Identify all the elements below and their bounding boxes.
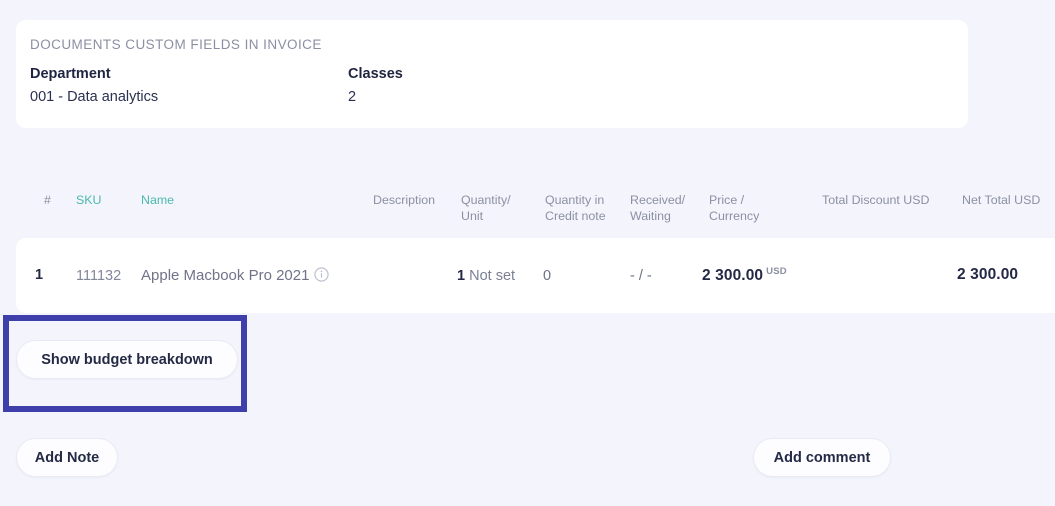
column-header-qcn-line2: Credit note [545,209,606,223]
column-header-price-line1: Price / [709,192,789,208]
row-received-waiting: - / - [630,268,652,284]
row-name: Apple Macbook Pro 2021 [141,267,330,284]
custom-field-department: Department 001 - Data analytics [30,64,348,109]
column-header-name[interactable]: Name [141,192,174,208]
classes-value: 2 [348,89,357,105]
department-value: 001 - Data analytics [30,89,159,105]
row-quantity-credit-note: 0 [543,268,552,284]
column-header-currency-line2: Currency [709,209,760,223]
department-label: Department [30,66,111,82]
row-sku: 111132 [76,268,122,284]
row-price-currency: USD [766,266,787,277]
row-net-total-value: 2 300.00 [957,266,1019,283]
row-quantity: 1 [457,268,466,284]
row-net-total: 2 300.00 [957,266,1018,284]
column-header-price-slash: / [737,193,745,207]
column-header-quantity-credit-note: Quantity in Credit note [545,192,623,224]
info-icon[interactable] [314,267,330,282]
table-row[interactable]: 1 111132 Apple Macbook Pro 2021 1 Not se… [16,238,1055,313]
custom-fields-card: DOCUMENTS CUSTOM FIELDS IN INVOICE Depar… [16,20,968,128]
row-name-text: Apple Macbook Pro 2021 [141,267,310,284]
classes-label: Classes [348,66,403,82]
add-note-button[interactable]: Add Note [16,438,118,477]
column-header-received-line1: Received/ [630,193,686,207]
row-number: 1 [35,267,44,283]
column-header-quantity-unit: Quantity/ Unit [461,192,533,224]
column-header-quantity-line1: Quantity/ [461,193,511,207]
column-header-total-discount: Total Discount USD [822,193,930,207]
add-comment-button[interactable]: Add comment [753,438,891,477]
row-price-value: 2 300.00 [702,266,764,284]
items-table-header: # SKU Name Description Quantity/ Unit Qu… [0,186,1055,234]
row-quantity-unit: 1 Not set [457,268,515,284]
column-header-received-line2: Waiting [630,209,671,223]
column-header-quantity-line2: Unit [461,209,484,223]
custom-fields-title: DOCUMENTS CUSTOM FIELDS IN INVOICE [30,37,322,52]
column-header-description: Description [373,193,435,207]
show-budget-breakdown-button[interactable]: Show budget breakdown [16,340,238,379]
column-header-qcn-line1: Quantity in [545,193,605,207]
row-price: 2 300.00 USD [702,266,787,285]
row-unit: Not set [469,268,516,284]
custom-field-classes: Classes 2 [348,64,548,109]
column-header-price-text[interactable]: Price [709,193,737,207]
column-header-price-currency[interactable]: Price / Currency [709,192,789,224]
column-header-sku[interactable]: SKU [76,192,101,208]
custom-fields-grid: Department 001 - Data analytics Classes … [30,64,968,109]
column-header-received-waiting: Received/ Waiting [630,192,700,224]
column-header-number: # [44,193,51,207]
column-header-net-total: Net Total USD [962,193,1041,207]
